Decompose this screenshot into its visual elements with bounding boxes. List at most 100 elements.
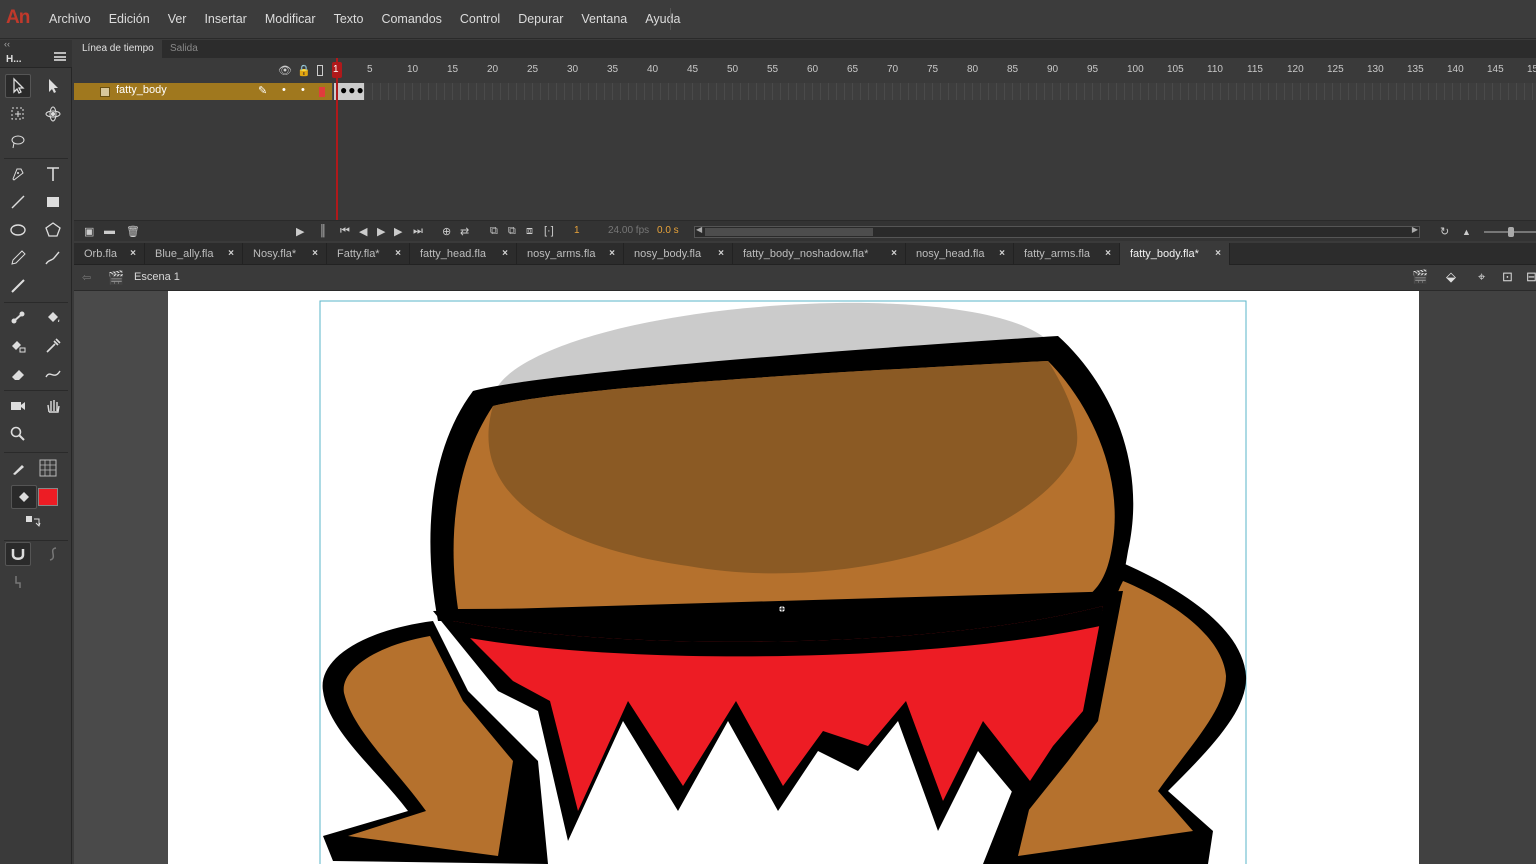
tab-output[interactable]: Salida: [162, 40, 206, 58]
delete-layer-icon[interactable]: 🗑: [126, 225, 140, 238]
close-tab-icon[interactable]: ×: [609, 243, 615, 265]
document-tab[interactable]: fatty_body.fla* ×: [1120, 243, 1230, 265]
collapse-panel-button[interactable]: ‹‹: [4, 39, 10, 49]
menu-archivo[interactable]: Archivo: [40, 0, 100, 39]
menu-insertar[interactable]: Insertar: [195, 0, 255, 39]
scene-name[interactable]: Escena 1: [134, 271, 180, 283]
show-hide-layers-icon[interactable]: 👁: [278, 64, 292, 77]
document-tab[interactable]: fatty_arms.fla ×: [1014, 243, 1120, 265]
width-tool-icon[interactable]: [40, 362, 66, 386]
onion-skin-outlines-icon[interactable]: ⧉: [508, 225, 516, 238]
lock-dot-icon[interactable]: •: [301, 84, 305, 96]
menu-ventana[interactable]: Ventana: [572, 0, 636, 39]
layer-parenting-icon[interactable]: ║: [319, 225, 327, 237]
menu-control[interactable]: Control: [451, 0, 509, 39]
center-frame-icon[interactable]: ⊕: [442, 225, 451, 238]
fatty-body-artwork[interactable]: [168, 291, 1419, 864]
layer-name[interactable]: fatty_body: [116, 84, 167, 96]
bone-tool-icon[interactable]: [5, 306, 31, 330]
subselection-tool-icon[interactable]: [40, 74, 66, 98]
paint-bucket-tool-icon[interactable]: [40, 306, 66, 330]
visibility-dot-icon[interactable]: •: [282, 84, 286, 96]
frame-ruler[interactable]: 1510152025303540455055606570758085909510…: [332, 58, 1536, 82]
edit-symbols-icon[interactable]: ⬙: [1446, 269, 1456, 285]
go-to-first-frame-icon[interactable]: ⏮: [340, 225, 350, 238]
scrollbar-thumb[interactable]: [705, 228, 873, 236]
document-tab[interactable]: Orb.fla ×: [74, 243, 145, 265]
document-tab[interactable]: nosy_head.fla ×: [906, 243, 1014, 265]
frame-rate-readout[interactable]: 24.00 fps: [608, 225, 649, 236]
document-tab[interactable]: fatty_body_noshadow.fla* ×: [733, 243, 906, 265]
oval-tool-icon[interactable]: [5, 218, 31, 242]
menu-comandos[interactable]: Comandos: [372, 0, 450, 39]
outline-layers-icon[interactable]: [317, 65, 323, 76]
loop-icon[interactable]: ⇄: [460, 225, 469, 238]
document-tab[interactable]: nosy_arms.fla ×: [517, 243, 624, 265]
close-tab-icon[interactable]: ×: [502, 243, 508, 265]
tab-timeline[interactable]: Línea de tiempo: [74, 40, 162, 58]
step-forward-icon[interactable]: ▶: [394, 225, 402, 238]
refresh-icon[interactable]: ↻: [1440, 225, 1449, 238]
keyframes-span[interactable]: ●●●: [334, 83, 364, 100]
menu-ayuda[interactable]: Ayuda: [636, 0, 689, 39]
menu-ver[interactable]: Ver: [159, 0, 196, 39]
onion-skin-icon[interactable]: ⧉: [490, 225, 498, 238]
eyedropper-tool-icon[interactable]: [40, 334, 66, 358]
camera-toggle-icon[interactable]: ▶: [296, 225, 304, 238]
menu-modificar[interactable]: Modificar: [256, 0, 325, 39]
fill-color-icon[interactable]: [11, 485, 37, 509]
modify-onion-markers-icon[interactable]: [·]: [544, 225, 554, 237]
go-to-last-frame-icon[interactable]: ⏭: [413, 225, 423, 238]
new-folder-icon[interactable]: ▬: [104, 225, 115, 237]
layer-row[interactable]: fatty_body ✎ • •: [74, 83, 332, 100]
polystar-tool-icon[interactable]: [40, 218, 66, 242]
close-tab-icon[interactable]: ×: [718, 243, 724, 265]
close-tab-icon[interactable]: ×: [1105, 243, 1111, 265]
center-stage-icon[interactable]: ⌖: [1478, 269, 1485, 285]
close-tab-icon[interactable]: ×: [312, 243, 318, 265]
document-tab[interactable]: Nosy.fla* ×: [243, 243, 327, 265]
paint-brush-tool-icon[interactable]: [40, 246, 66, 270]
stage-options-icon[interactable]: ⊟: [1526, 269, 1536, 285]
play-icon[interactable]: ▶: [377, 225, 385, 238]
playhead[interactable]: [336, 58, 338, 220]
stroke-color-icon[interactable]: [5, 456, 31, 480]
panel-menu-icon[interactable]: [54, 52, 66, 61]
back-arrow-icon[interactable]: ⇦: [82, 271, 91, 284]
document-tab[interactable]: nosy_body.fla ×: [624, 243, 733, 265]
lasso-tool-icon[interactable]: [5, 130, 31, 154]
close-tab-icon[interactable]: ×: [1215, 243, 1221, 265]
stroke-swatch[interactable]: [35, 456, 61, 480]
new-layer-icon[interactable]: ▣: [84, 225, 94, 238]
edit-scene-icon[interactable]: 🎬: [1412, 269, 1428, 285]
ink-bottle-tool-icon[interactable]: [5, 334, 31, 358]
close-tab-icon[interactable]: ×: [999, 243, 1005, 265]
lock-layers-icon[interactable]: 🔒: [297, 64, 311, 77]
zoom-tool-icon[interactable]: [5, 422, 31, 446]
text-tool-icon[interactable]: [40, 162, 66, 186]
reduce-view-icon[interactable]: ▲: [1462, 227, 1471, 237]
close-tab-icon[interactable]: ×: [395, 243, 401, 265]
elapsed-time-readout[interactable]: 0.0 s: [657, 225, 679, 236]
document-tab[interactable]: Blue_ally.fla ×: [145, 243, 243, 265]
eraser-tool-icon[interactable]: [5, 362, 31, 386]
rectangle-tool-icon[interactable]: [40, 190, 66, 214]
menu-depurar[interactable]: Depurar: [509, 0, 572, 39]
layer-outline-color[interactable]: [319, 87, 325, 97]
pencil-tool-icon[interactable]: [5, 246, 31, 270]
swap-colors-icon[interactable]: [20, 510, 46, 534]
selection-tool-icon[interactable]: [5, 74, 31, 98]
line-tool-icon[interactable]: [5, 190, 31, 214]
step-back-icon[interactable]: ◀: [359, 225, 367, 238]
menu-texto[interactable]: Texto: [325, 0, 373, 39]
close-tab-icon[interactable]: ×: [891, 243, 897, 265]
smooth-icon[interactable]: [40, 542, 66, 566]
menu-edicion[interactable]: Edición: [100, 0, 159, 39]
edit-multiple-frames-icon[interactable]: ⧈: [526, 225, 533, 238]
document-tab[interactable]: Fatty.fla* ×: [327, 243, 410, 265]
3d-rotation-tool-icon[interactable]: [40, 102, 66, 126]
clip-content-icon[interactable]: ⊡: [1502, 269, 1513, 285]
document-tab[interactable]: fatty_head.fla ×: [410, 243, 517, 265]
stage-canvas[interactable]: [168, 291, 1419, 864]
close-tab-icon[interactable]: ×: [130, 243, 136, 265]
